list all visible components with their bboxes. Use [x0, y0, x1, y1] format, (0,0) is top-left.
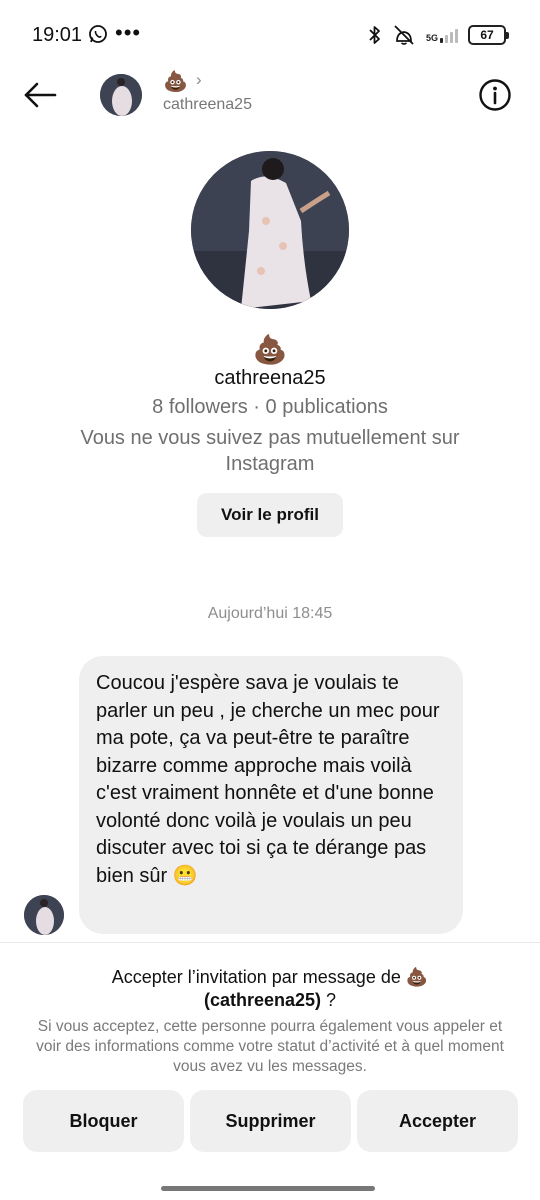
- request-actions: Bloquer Supprimer Accepter: [23, 1090, 518, 1152]
- profile-stats: 8 followers · 0 publications: [152, 396, 388, 418]
- view-profile-button[interactable]: Voir le profil: [197, 493, 343, 537]
- chat-header: 💩 › cathreena25: [0, 68, 540, 124]
- battery-level: 67: [480, 28, 494, 42]
- message-timestamp: Aujourd’hui 18:45: [207, 605, 333, 622]
- delete-button[interactable]: Supprimer: [190, 1090, 351, 1152]
- chevron-right-icon[interactable]: ›: [196, 70, 202, 90]
- status-time: 19:01: [32, 24, 83, 46]
- profile-username: cathreena25: [214, 367, 326, 389]
- signal-icon: [440, 27, 458, 43]
- info-icon[interactable]: [478, 78, 512, 112]
- status-bar: 19:01 ••• 5G 67: [0, 0, 540, 70]
- request-title-prefix: Accepter l’invitation par message de 💩: [111, 967, 429, 987]
- profile-avatar[interactable]: [191, 151, 349, 309]
- sender-avatar[interactable]: [24, 895, 64, 935]
- profile-mutual-text: Vous ne vous suivez pas mutuellement sur…: [80, 427, 460, 475]
- bluetooth-icon: [369, 26, 380, 44]
- header-emoji[interactable]: 💩: [163, 70, 188, 92]
- block-button[interactable]: Bloquer: [23, 1090, 184, 1152]
- header-username[interactable]: cathreena25: [163, 96, 252, 114]
- status-right: 5G 67: [368, 22, 509, 48]
- whatsapp-icon: [89, 25, 107, 43]
- message-bubble[interactable]: Coucou j'espère sava je voulais te parle…: [79, 656, 463, 934]
- vibrate-off-icon: [394, 25, 414, 45]
- battery-icon: 67: [468, 25, 509, 45]
- header-avatar[interactable]: [100, 74, 142, 116]
- back-arrow-icon[interactable]: [22, 80, 58, 110]
- home-indicator[interactable]: [161, 1186, 375, 1191]
- request-title: Accepter l’invitation par message de 💩 (…: [40, 966, 500, 1012]
- request-title-name: (cathreena25): [203, 990, 322, 1010]
- more-notifications-icon: •••: [115, 20, 142, 45]
- profile-emoji: 💩: [252, 333, 288, 366]
- request-description: Si vous acceptez, cette personne pourra …: [36, 1018, 504, 1075]
- accept-button[interactable]: Accepter: [357, 1090, 518, 1152]
- signal-indicator: 5G: [426, 27, 458, 43]
- network-type: 5G: [425, 33, 438, 43]
- divider: [0, 942, 540, 943]
- request-title-suffix: ?: [321, 990, 337, 1010]
